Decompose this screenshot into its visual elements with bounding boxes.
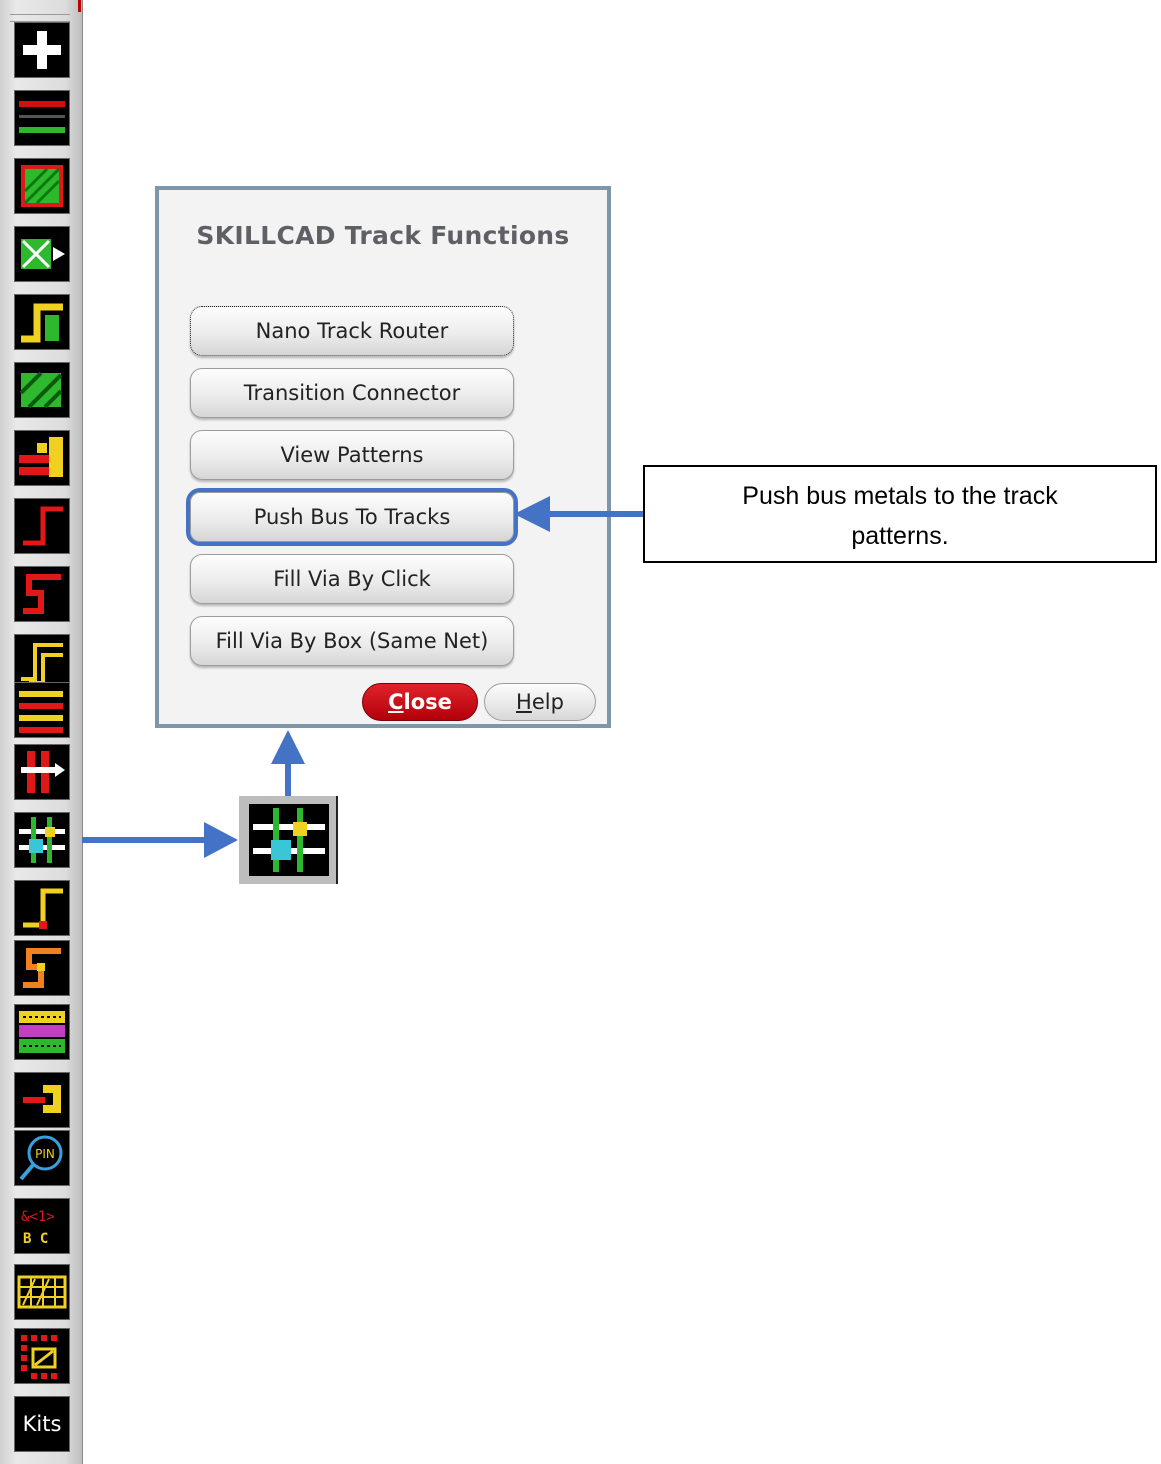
stack-icon[interactable] xyxy=(14,430,70,486)
callout-box: Push bus metals to the track patterns. xyxy=(643,465,1157,563)
close-mnemonic: C xyxy=(388,690,404,714)
close-label-rest: lose xyxy=(403,690,452,714)
via-array-icon[interactable] xyxy=(14,1004,70,1060)
track-functions-dialog: SKILLCAD Track Functions Nano Track Rout… xyxy=(155,186,611,728)
help-button[interactable]: Help xyxy=(484,683,596,721)
bus-label-line2: B C xyxy=(23,1231,48,1247)
arrow-right-icon xyxy=(82,822,238,858)
magnified-track-functions-icon xyxy=(239,796,338,884)
dialog-title: SKILLCAD Track Functions xyxy=(196,221,570,250)
add-icon[interactable] xyxy=(14,22,70,78)
view-patterns-button[interactable]: View Patterns xyxy=(190,430,514,480)
toolbar-edge-marker xyxy=(78,0,81,12)
bus-label-line1: &<1> xyxy=(21,1209,55,1225)
step-route-orange-icon[interactable] xyxy=(14,940,70,996)
bus-move-icon[interactable] xyxy=(14,744,70,800)
track-functions-icon[interactable] xyxy=(14,812,70,868)
hatch-fill-icon[interactable] xyxy=(14,362,70,418)
push-bus-to-tracks-button[interactable]: Push Bus To Tracks xyxy=(186,488,518,546)
arrow-up-icon xyxy=(271,730,305,796)
pin-search-icon[interactable]: PIN xyxy=(14,1130,70,1186)
callout-line-1: Push bus metals to the track xyxy=(742,482,1058,510)
connector-icon[interactable] xyxy=(14,1072,70,1128)
help-mnemonic: H xyxy=(516,690,532,714)
move-pattern-icon[interactable] xyxy=(14,226,70,282)
close-button[interactable]: Close xyxy=(362,683,478,721)
step-route-red-icon[interactable] xyxy=(14,566,70,622)
transition-connector-button[interactable]: Transition Connector xyxy=(190,368,514,418)
step-route-icon[interactable] xyxy=(14,294,70,350)
fill-shape-icon[interactable] xyxy=(14,158,70,214)
toolbar-grip[interactable] xyxy=(10,14,70,22)
callout-line-2: patterns. xyxy=(851,522,949,550)
corner-route-yellow-icon[interactable] xyxy=(14,880,70,936)
bus-lines-icon[interactable] xyxy=(14,682,70,738)
bus-label-icon[interactable]: &<1> B C xyxy=(14,1198,70,1254)
corner-route-icon[interactable] xyxy=(14,498,70,554)
kits-button[interactable]: Kits xyxy=(14,1396,70,1452)
grid-pattern-icon[interactable] xyxy=(14,1264,70,1320)
layout-toolbar: PIN &<1> B C Kits xyxy=(0,0,83,1464)
nano-track-router-button[interactable]: Nano Track Router xyxy=(190,306,514,356)
fill-via-by-click-button[interactable]: Fill Via By Click xyxy=(190,554,514,604)
pin-label: PIN xyxy=(35,1147,55,1161)
help-label-rest: elp xyxy=(531,690,564,714)
dot-array-icon[interactable] xyxy=(14,1328,70,1384)
fill-via-by-box-button[interactable]: Fill Via By Box (Same Net) xyxy=(190,616,514,666)
parallel-lines-icon[interactable] xyxy=(14,90,70,146)
